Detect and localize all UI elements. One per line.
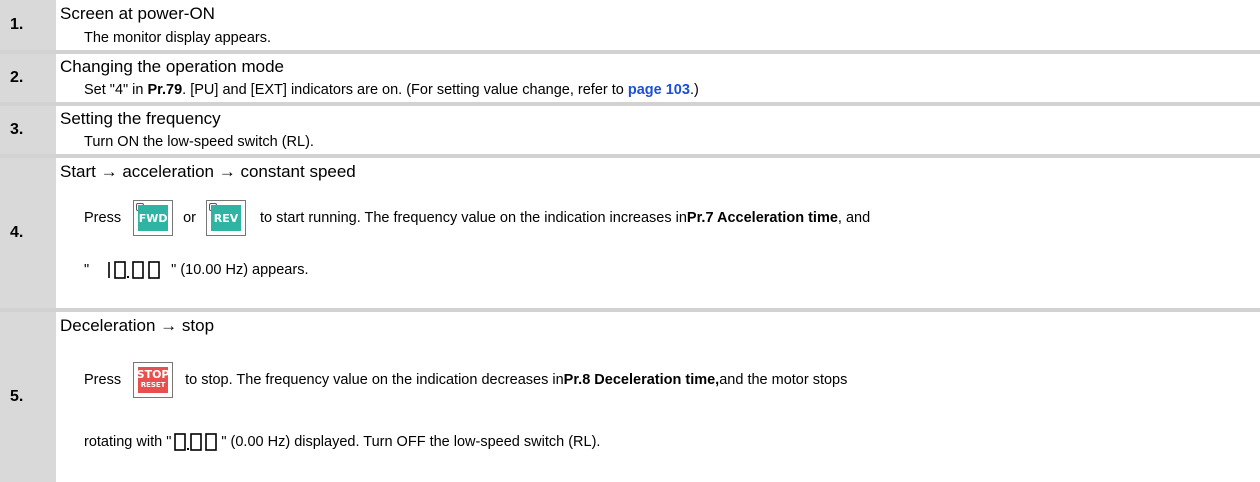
step-2: 2. Changing the operation mode Set "4" i… xyxy=(0,54,1260,102)
param-ref: Pr.79 xyxy=(147,82,183,98)
rev-key-icon: REV xyxy=(205,200,246,236)
step-title: Deceleration → stop xyxy=(60,316,215,335)
param-ref: Pr.7 Acceleration time xyxy=(686,210,838,226)
step-text: Set "4" in Pr.79. [PU] and [EXT] indicat… xyxy=(84,82,699,98)
step-text: Turn ON the low-speed switch (RL). xyxy=(84,134,314,150)
step-title: Start → acceleration → constant speed xyxy=(60,162,356,181)
seven-segment-display-icon xyxy=(108,261,160,279)
stop-reset-key-icon: STOP RESET xyxy=(133,362,174,398)
step-text-line-1: Press FWD or REV to start running. The f… xyxy=(84,200,870,236)
step-text-line-2: rotating with " " (0.00 Hz) displayed. T… xyxy=(84,433,601,451)
step-title: Changing the operation mode xyxy=(60,57,284,76)
step-number: 5. xyxy=(0,312,56,482)
step-text: The monitor display appears. xyxy=(84,30,271,46)
step-title: Screen at power-ON xyxy=(60,4,215,23)
param-ref: Pr.8 Deceleration time, xyxy=(563,372,720,388)
step-number: 3. xyxy=(0,106,56,154)
step-4: 4. Start → acceleration → constant speed… xyxy=(0,158,1260,308)
page-link[interactable]: page 103 xyxy=(628,82,690,98)
step-number: 2. xyxy=(0,54,56,102)
step-text-line-1: Press STOP RESET to stop. The frequency … xyxy=(84,362,847,398)
step-5: 5. Deceleration → stop Press STOP RESET … xyxy=(0,312,1260,482)
step-number: 4. xyxy=(0,158,56,308)
step-title: Setting the frequency xyxy=(60,109,221,128)
fwd-key-icon: FWD xyxy=(133,200,174,236)
seven-segment-display-icon xyxy=(174,433,218,451)
step-number: 1. xyxy=(0,0,56,50)
step-text-line-2: " " (10.00 Hz) appears. xyxy=(84,261,309,279)
step-1: 1. Screen at power-ON The monitor displa… xyxy=(0,0,1260,50)
step-3: 3. Setting the frequency Turn ON the low… xyxy=(0,106,1260,154)
